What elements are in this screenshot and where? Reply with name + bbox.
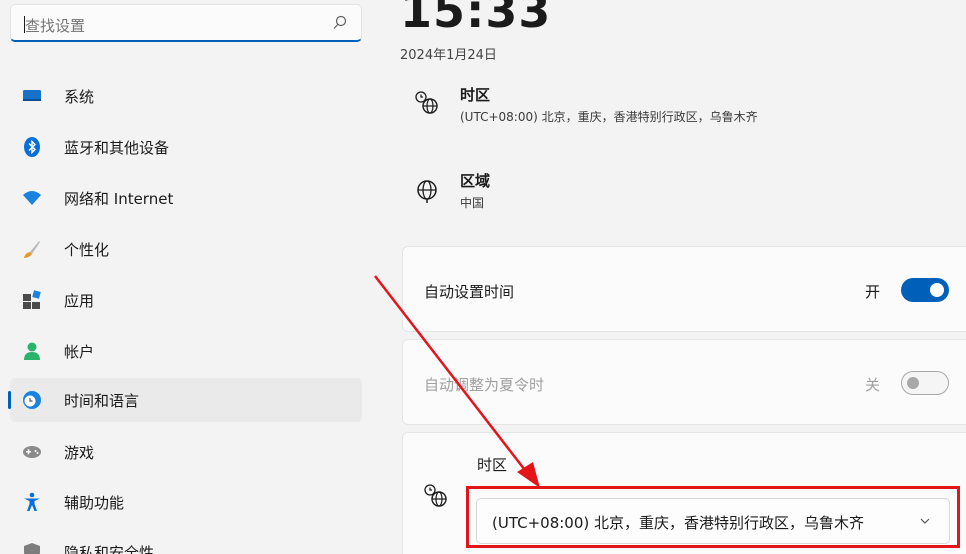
sidebar-item-network[interactable]: 网络和 Internet	[10, 176, 362, 220]
auto-time-label: 自动设置时间	[424, 283, 515, 301]
auto-dst-state: 关	[865, 376, 881, 394]
sidebar-item-label: 个性化	[64, 241, 110, 259]
sidebar-item-label: 辅助功能	[64, 494, 125, 512]
sidebar-item-system[interactable]: 系统	[10, 74, 362, 118]
sidebar-item-label: 网络和 Internet	[64, 190, 174, 208]
gaming-icon	[23, 446, 41, 458]
sidebar-item-time-language[interactable]: 时间和语言	[8, 378, 362, 422]
bluetooth-icon	[24, 137, 40, 157]
personalization-icon	[24, 241, 40, 258]
system-icon	[23, 90, 41, 101]
search-icon[interactable]	[333, 15, 347, 31]
timezone-card-icon	[424, 484, 447, 507]
auto-dst-card: 自动调整为夏令时 关	[402, 339, 966, 425]
account-icon	[24, 342, 40, 360]
sidebar: 查找设置 系统 蓝牙和其他设备 网络和 Internet 个性化 应用 帐户 时…	[0, 0, 372, 554]
wifi-icon	[23, 191, 41, 205]
auto-time-state: 开	[865, 283, 881, 301]
sidebar-item-privacy[interactable]: 隐私和安全性	[10, 530, 362, 554]
sidebar-item-personalization[interactable]: 个性化	[10, 227, 362, 271]
sidebar-item-label: 蓝牙和其他设备	[64, 139, 170, 157]
sidebar-item-label: 应用	[64, 292, 95, 310]
timezone-globe-icon	[415, 91, 438, 114]
sidebar-item-accessibility[interactable]: 辅助功能	[10, 480, 362, 524]
auto-dst-toggle[interactable]	[901, 371, 949, 395]
region-summary-title: 区域	[460, 172, 491, 190]
current-date: 2024年1月24日	[400, 48, 497, 63]
auto-time-card: 自动设置时间 开	[402, 246, 966, 332]
selection-indicator	[8, 391, 11, 409]
region-globe-icon	[417, 180, 437, 203]
accessibility-icon	[24, 492, 40, 511]
auto-dst-label: 自动调整为夏令时	[424, 376, 545, 394]
timezone-label: 时区	[477, 456, 508, 474]
toggle-knob	[907, 377, 919, 389]
sidebar-item-label: 游戏	[64, 444, 95, 462]
sidebar-item-bluetooth[interactable]: 蓝牙和其他设备	[10, 125, 362, 169]
annotation-highlight-box	[466, 486, 960, 548]
sidebar-item-gaming[interactable]: 游戏	[10, 430, 362, 474]
timezone-summary-title: 时区	[460, 86, 491, 104]
sidebar-item-label: 帐户	[64, 343, 95, 361]
privacy-icon	[24, 543, 40, 554]
toggle-knob	[930, 283, 944, 297]
current-time: 15:33	[400, 0, 552, 38]
sidebar-item-apps[interactable]: 应用	[10, 278, 362, 322]
auto-time-toggle[interactable]	[901, 278, 949, 302]
search-box[interactable]: 查找设置	[10, 4, 362, 42]
sidebar-item-label: 时间和语言	[64, 392, 140, 410]
apps-icon	[23, 290, 41, 309]
sidebar-item-accounts[interactable]: 帐户	[10, 329, 362, 373]
sidebar-item-label: 隐私和安全性	[64, 544, 155, 554]
search-input[interactable]: 查找设置	[25, 15, 85, 36]
region-summary-value: 中国	[460, 196, 485, 210]
timezone-summary-value: (UTC+08:00) 北京，重庆，香港特别行政区，乌鲁木齐	[460, 110, 758, 124]
time-language-icon	[23, 391, 41, 409]
sidebar-item-label: 系统	[64, 88, 95, 106]
